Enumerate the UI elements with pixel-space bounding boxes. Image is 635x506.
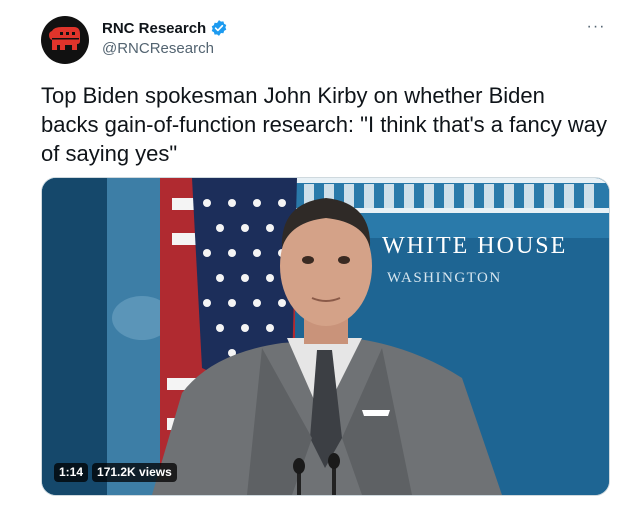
avatar[interactable]: [41, 16, 89, 64]
backdrop-line1: WHITE HOUSE: [382, 233, 567, 259]
backdrop-line2: WASHINGTON: [387, 270, 502, 286]
video-badges: 1:14 171.2K views: [54, 463, 177, 482]
video-thumbnail: WHITE HOUSE WASHINGTON: [42, 178, 609, 495]
verified-badge-icon: [211, 20, 227, 36]
elephant-logo-icon: [49, 27, 80, 50]
video-player[interactable]: WHITE HOUSE WASHINGTON 1:14 171.2K views: [41, 177, 610, 496]
video-duration: 1:14: [54, 463, 89, 482]
view-count: 171.2K views: [92, 463, 177, 482]
tweet-text: Top Biden spokesman John Kirby on whethe…: [41, 83, 607, 166]
tweet-card: RNC Research @RNCResearch ··· Top Biden …: [0, 0, 635, 506]
author-block: RNC Research @RNCResearch: [102, 19, 228, 57]
author-handle[interactable]: @RNCResearch: [102, 40, 228, 57]
author-name[interactable]: RNC Research: [102, 20, 206, 37]
ellipsis-icon[interactable]: ···: [584, 18, 608, 38]
